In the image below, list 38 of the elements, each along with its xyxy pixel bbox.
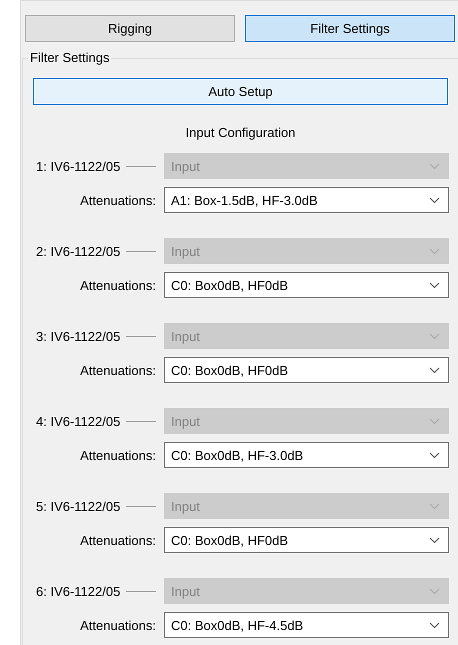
dropdown[interactable]: C0: Box0dB, HF0dB <box>164 272 449 298</box>
input-label: 4: IV6-1122/05 <box>36 414 120 428</box>
chevron-down-icon <box>429 502 440 510</box>
field-label: Attenuations: <box>80 532 156 548</box>
leader-line <box>126 420 156 422</box>
chevron-down-icon <box>429 162 440 170</box>
leader-line <box>126 250 156 252</box>
chevron-down-icon <box>429 418 440 424</box>
auto-setup-button[interactable]: Auto Setup <box>33 78 448 105</box>
field-label: Attenuations: <box>80 448 156 462</box>
chevron-down-icon <box>429 248 440 254</box>
input-label: 1: IV6-1122/05 <box>36 158 120 174</box>
dropdown[interactable]: C0: Box0dB, HF-4.5dB <box>164 612 449 638</box>
chevron-down-icon <box>429 196 440 204</box>
tab[interactable]: Filter Settings <box>245 15 455 42</box>
section-title: Input Configuration <box>186 125 296 140</box>
chevron-down-icon <box>429 366 440 374</box>
leader-line <box>126 590 156 592</box>
dropdown[interactable]: C0: Box0dB, HF0dB <box>164 357 449 383</box>
input-label: 2: IV6-1122/05 <box>36 244 120 258</box>
dropdown[interactable]: A1: Box-1.5dB, HF-3.0dB <box>164 187 449 213</box>
input-label: 5: IV6-1122/05 <box>36 498 120 514</box>
input-label: 3: IV6-1122/05 <box>36 328 120 344</box>
tab[interactable]: Rigging <box>25 15 235 42</box>
dropdown[interactable]: C0: Box0dB, HF-3.0dB <box>164 442 449 468</box>
group-title: Filter Settings <box>28 50 112 66</box>
chevron-down-icon <box>429 282 440 288</box>
chevron-down-icon <box>429 332 440 340</box>
chevron-down-icon <box>429 588 440 594</box>
dropdown[interactable]: C0: Box0dB, HF0dB <box>164 527 449 553</box>
input-label: 6: IV6-1122/05 <box>36 584 120 598</box>
field-label: Attenuations: <box>80 278 156 292</box>
field-label: Attenuations: <box>80 192 156 208</box>
chevron-down-icon <box>429 622 440 628</box>
field-label: Attenuations: <box>80 618 156 632</box>
field-label: Attenuations: <box>80 362 156 378</box>
chevron-down-icon <box>429 452 440 458</box>
chevron-down-icon <box>429 536 440 544</box>
